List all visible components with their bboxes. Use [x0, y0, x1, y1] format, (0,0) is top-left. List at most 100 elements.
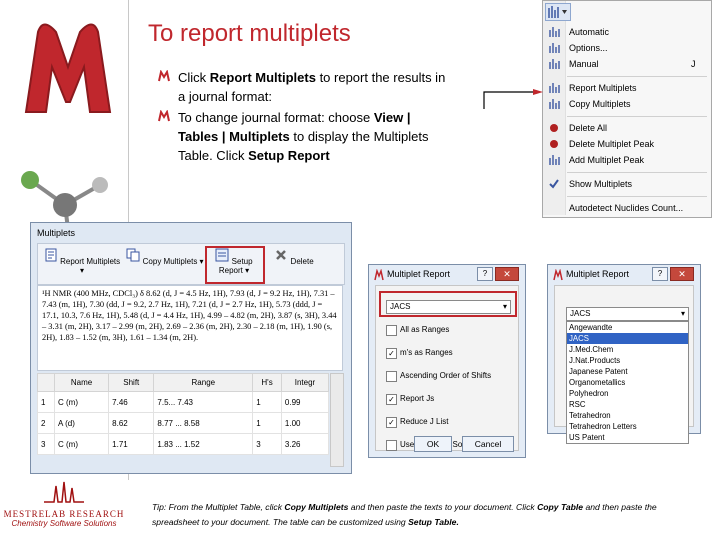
tip-text: Tip: From the Multiplet Table, click Cop… — [152, 500, 692, 530]
table-cell: 1 — [37, 391, 55, 413]
bullet-list: Click Report Multiplets to report the re… — [158, 68, 448, 167]
add-peak-icon — [549, 155, 560, 165]
emphasized-text: Report Multiplets — [209, 70, 316, 85]
multiplet-tool-icon — [548, 6, 567, 18]
table-cell: C (m) — [53, 433, 110, 455]
menu-shortcut: J — [691, 59, 696, 69]
journal-option[interactable]: Organometallics — [567, 377, 688, 388]
table-cell: 1 — [252, 391, 282, 413]
column-header[interactable]: Range — [153, 373, 254, 392]
table-row[interactable]: 2A (d) 8.62 8.77 ... 8.58 1 1.00 — [37, 412, 330, 434]
table-cell: 0.99 — [280, 391, 330, 413]
text-run: Tip: From the Multiplet Table, click — [152, 502, 285, 512]
dialog-title: Multiplet Report — [387, 269, 451, 279]
cancel-button[interactable]: Cancel — [462, 436, 514, 452]
option-label: Reduce J List — [400, 417, 449, 426]
close-button[interactable]: ✕ — [495, 267, 519, 281]
checked-box-icon: ✓ — [386, 417, 397, 428]
column-header[interactable]: Shift — [108, 373, 155, 392]
table-cell: A (d) — [53, 412, 110, 434]
company-branding: MESTRELAB RESEARCH Chemistry Software So… — [0, 480, 128, 540]
table-cell: 3.26 — [280, 433, 330, 455]
report-text-area[interactable]: ¹H NMR (400 MHz, CDCl₃) δ 8.62 (d, J = 4… — [37, 285, 343, 371]
spectrum-logo-icon — [44, 481, 84, 503]
menu-separator — [567, 116, 707, 117]
option-checkbox[interactable]: All as Ranges — [386, 324, 449, 336]
menu-separator — [567, 76, 707, 77]
journal-option[interactable]: RSC — [567, 399, 688, 410]
multiplet-tool-button[interactable] — [545, 3, 571, 21]
journal-option[interactable]: Japanese Patent — [567, 366, 688, 377]
option-checkbox[interactable]: ✓ m's as Ranges — [386, 347, 453, 359]
menu-item[interactable]: Report Multiplets — [569, 81, 637, 95]
setup-report-highlight — [205, 246, 265, 284]
table-cell: 3 — [252, 433, 282, 455]
column-header[interactable]: Name — [53, 373, 110, 392]
journal-option[interactable]: Angewandte — [567, 322, 688, 333]
menu-item[interactable]: Delete All — [569, 121, 607, 135]
emphasized-text: Setup Table. — [408, 517, 459, 527]
delete-x-icon — [276, 250, 287, 260]
close-button[interactable]: ✕ — [670, 267, 694, 281]
table-cell: 1.71 — [108, 433, 155, 455]
menu-item[interactable]: Add Multiplet Peak — [569, 153, 644, 167]
delete-all-icon — [550, 124, 558, 132]
help-button[interactable]: ? — [652, 267, 668, 281]
journal-option[interactable]: US Patent — [567, 432, 688, 443]
table-row[interactable]: 3C (m) 1.71 1.83 ... 1.52 3 3.26 — [37, 433, 330, 455]
report-multiplets-button[interactable]: Report Multiplets ▾ — [42, 248, 122, 280]
journal-dropdown-list: Angewandte JACS J.Med.Chem J.Nat.Products Ja… — [566, 321, 689, 444]
journal-option[interactable]: J.Nat.Products — [567, 355, 688, 366]
menu-separator — [567, 196, 707, 197]
multiplets-table: Name Shift Range H's Integr 1C (m) 7.46 7.5...… — [37, 373, 330, 455]
multiplet-report-dialog-open: Multiplet Report ? ✕ JACS ▾ Angewandte JA… — [547, 264, 701, 444]
manual-multiplet-icon — [549, 59, 560, 69]
table-cell: 7.46 — [108, 391, 155, 413]
journal-option[interactable]: JACS — [567, 333, 688, 344]
option-checkbox[interactable]: ✓ Report Js — [386, 393, 434, 405]
option-checkbox[interactable]: Ascending Order of Shifts — [386, 370, 491, 382]
table-cell: 1 — [252, 412, 282, 434]
menu-item[interactable]: Copy Multiplets — [569, 97, 631, 111]
emphasized-text: Copy Multiplets — [284, 502, 349, 512]
option-checkbox[interactable]: ✓ Reduce J List — [386, 416, 448, 428]
journal-option[interactable]: J.Med.Chem — [567, 344, 688, 355]
emphasized-text: Setup Report — [248, 148, 330, 163]
table-cell: 1.00 — [280, 412, 330, 434]
menu-item[interactable]: Show Multiplets — [569, 177, 632, 191]
text-run: Click — [178, 70, 210, 85]
menu-separator — [567, 172, 707, 173]
journal-option[interactable]: Tetrahedron — [567, 410, 688, 421]
menu-item[interactable]: Delete Multiplet Peak — [569, 137, 654, 151]
column-header[interactable]: H's — [252, 373, 282, 392]
table-cell: 3 — [37, 433, 55, 455]
menu-item[interactable]: Automatic — [569, 25, 609, 39]
bullet-item: To change journal format: choose View | … — [158, 108, 448, 165]
menu-item[interactable]: Manual — [569, 57, 599, 71]
emphasized-text: Copy Table — [537, 502, 584, 512]
copy-icon — [126, 248, 140, 262]
ok-button[interactable]: OK — [414, 436, 452, 452]
table-row[interactable]: 1C (m) 7.46 7.5... 7.43 1 0.99 — [37, 391, 330, 413]
pointer-arrow — [483, 89, 543, 109]
menu-item[interactable]: Options... — [569, 41, 608, 55]
bullet-logo-icon — [158, 110, 170, 122]
option-label: All as Ranges — [400, 325, 450, 334]
toolbar-label: Delete — [290, 257, 314, 266]
menu-item[interactable]: Autodetect Nuclides Count... — [569, 201, 683, 215]
unchecked-box-icon — [386, 325, 397, 336]
table-scrollbar[interactable] — [330, 373, 344, 467]
dropdown-arrow-icon: ▾ — [680, 309, 685, 318]
journal-highlight — [379, 291, 517, 317]
journal-option[interactable]: Polyhedron — [567, 388, 688, 399]
help-button[interactable]: ? — [477, 267, 493, 281]
text-run: To change journal format: choose — [178, 110, 374, 125]
unchecked-box-icon — [386, 371, 397, 382]
table-cell: 8.62 — [108, 412, 155, 434]
journal-option[interactable]: Tetrahedron Letters — [567, 421, 688, 432]
report-icon — [45, 248, 57, 262]
journal-select[interactable]: JACS ▾ — [566, 307, 689, 321]
column-header[interactable]: Integr — [280, 373, 330, 392]
delete-button[interactable]: Delete — [274, 248, 314, 280]
copy-multiplets-button[interactable]: Copy Multiplets ▾ — [126, 248, 204, 280]
